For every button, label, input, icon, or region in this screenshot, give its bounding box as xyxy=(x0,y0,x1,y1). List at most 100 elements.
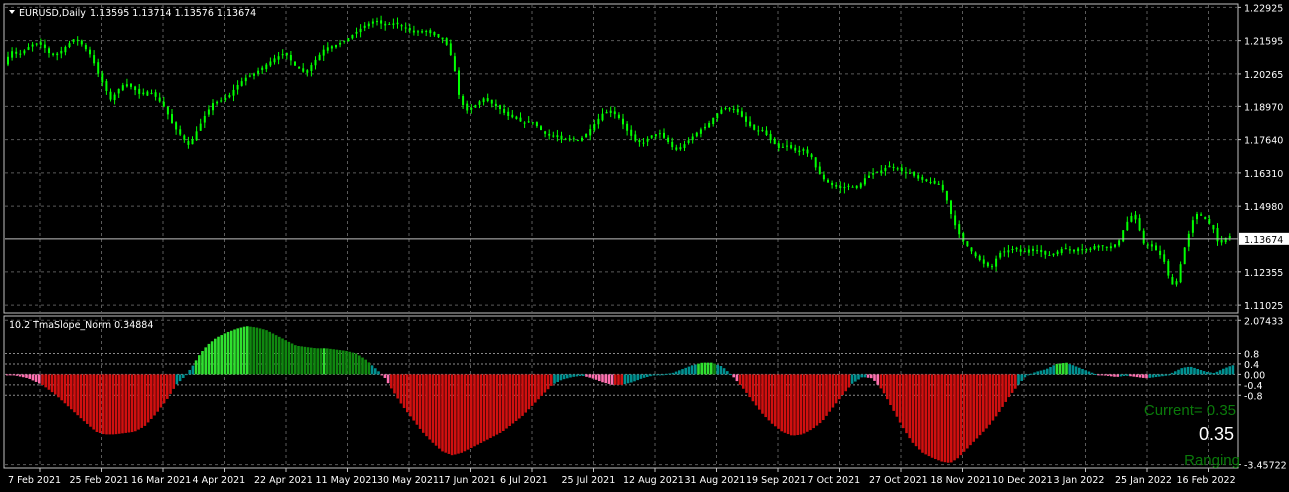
histogram-bar xyxy=(1103,374,1107,376)
histogram-bar xyxy=(399,374,403,404)
candle-body xyxy=(622,118,624,125)
histogram-bar xyxy=(530,374,534,406)
candle-body xyxy=(146,91,149,96)
histogram-bar xyxy=(255,327,259,375)
histogram-bar xyxy=(959,374,963,456)
candle-body xyxy=(1073,249,1075,252)
candle-body xyxy=(158,97,161,102)
time-tick-label: 25 Feb 2021 xyxy=(70,475,129,486)
price-tick-label: 1.12355 xyxy=(1244,268,1283,279)
histogram-bar xyxy=(732,374,735,378)
histogram-bar xyxy=(182,374,185,378)
time-tick-label: 12 Aug 2021 xyxy=(623,475,684,486)
candle-body xyxy=(736,109,739,113)
histogram-bar xyxy=(342,350,345,375)
histogram-bar xyxy=(780,374,783,432)
candle-body xyxy=(781,146,784,148)
histogram-bar xyxy=(239,327,243,375)
histogram-bar xyxy=(345,350,348,375)
candle-body xyxy=(339,42,342,45)
candle-body xyxy=(1159,250,1162,256)
candle-body xyxy=(1036,250,1039,252)
indicator-axis[interactable]: 2.07433 0.80.40.00-0.4-0.8 -3.45722 xyxy=(1238,316,1287,472)
candle-body xyxy=(441,37,444,40)
candle-body xyxy=(1060,249,1063,254)
candle-body xyxy=(634,134,637,141)
histogram-bar xyxy=(514,374,518,421)
histogram-bar xyxy=(1122,374,1126,376)
time-axis[interactable]: 7 Feb 2021 25 Feb 2021 16 Mar 2021 4 Apr 20… xyxy=(8,468,1236,486)
candle-body xyxy=(605,111,608,114)
last-price-tag: 1.13674 xyxy=(1239,232,1289,246)
time-tick-label: 16 Feb 2022 xyxy=(1177,475,1236,486)
histogram-bar xyxy=(940,374,943,462)
histogram-bar xyxy=(1078,367,1081,375)
candle-body xyxy=(244,77,247,82)
candle-body xyxy=(1150,244,1153,247)
candle-body xyxy=(48,48,50,54)
candle-body xyxy=(699,129,702,134)
histogram-bar xyxy=(1001,374,1004,407)
histogram-bar xyxy=(111,374,115,435)
candle-body xyxy=(453,56,456,72)
price-axis[interactable]: 1.22925 1.21595 1.20265 1.18970 1.17640 1.163… xyxy=(1238,3,1283,312)
histogram-bar xyxy=(236,328,239,375)
histogram-bar xyxy=(166,374,169,399)
histogram-bar xyxy=(988,374,991,425)
candle-body xyxy=(355,31,358,34)
time-tick-label: 25 Jan 2022 xyxy=(1115,475,1172,486)
histogram-bar xyxy=(511,374,515,424)
histogram-bar xyxy=(473,374,476,447)
candle-body xyxy=(347,38,350,42)
histogram-bar xyxy=(143,374,147,426)
time-tick-label: 17 Jun 2021 xyxy=(439,475,496,486)
histogram-bar xyxy=(518,374,521,419)
histogram-bar xyxy=(767,374,771,421)
histogram-bar xyxy=(50,374,54,393)
histogram-bar xyxy=(271,333,275,375)
chart-canvas[interactable]: EURUSD,Daily 1.13595 1.13714 1.13576 1.1… xyxy=(0,0,1289,492)
histogram-bar xyxy=(1199,370,1203,375)
candle-body xyxy=(835,185,838,187)
histogram-bar xyxy=(617,374,620,385)
trading-chart-window[interactable]: EURUSD,Daily 1.13595 1.13714 1.13576 1.1… xyxy=(0,0,1289,492)
candle-body xyxy=(15,51,18,54)
histogram-bar xyxy=(1042,369,1046,375)
histogram-bar xyxy=(694,364,697,375)
histogram-bar xyxy=(924,374,927,455)
candle-body xyxy=(950,200,952,215)
histogram-bar xyxy=(223,333,227,375)
histogram-bar xyxy=(873,374,876,381)
candle-body xyxy=(1114,244,1116,247)
time-tick-label: 4 Apr 2021 xyxy=(193,475,246,486)
histogram-bar xyxy=(1094,374,1097,375)
candle-body xyxy=(97,62,100,74)
histogram-bar xyxy=(441,374,444,452)
histogram-bar xyxy=(418,374,422,429)
candle-body xyxy=(548,133,551,136)
candle-body xyxy=(1109,246,1112,249)
candle-body xyxy=(1134,214,1137,220)
histogram-bar xyxy=(210,341,214,375)
histogram-bar xyxy=(1138,374,1142,378)
candle-body xyxy=(89,49,91,55)
histogram-bar xyxy=(588,374,591,378)
collapse-triangle-icon[interactable] xyxy=(9,10,15,14)
candle-body xyxy=(761,129,764,131)
histogram-bar xyxy=(742,374,745,389)
histogram-bar xyxy=(754,374,758,406)
candle-body xyxy=(142,92,145,95)
histogram-bar xyxy=(809,374,812,431)
histogram-bar xyxy=(447,374,451,454)
candle-body xyxy=(777,143,780,148)
histogram-bar xyxy=(1183,367,1187,375)
candle-body xyxy=(412,30,415,33)
candle-body xyxy=(1171,277,1174,285)
candle-body xyxy=(896,168,899,170)
candle-body xyxy=(179,129,182,135)
histogram-bar xyxy=(553,374,556,384)
candle-body xyxy=(52,53,55,55)
candle-body xyxy=(523,122,526,124)
histogram-bar xyxy=(534,374,537,403)
candle-body xyxy=(1011,248,1014,250)
